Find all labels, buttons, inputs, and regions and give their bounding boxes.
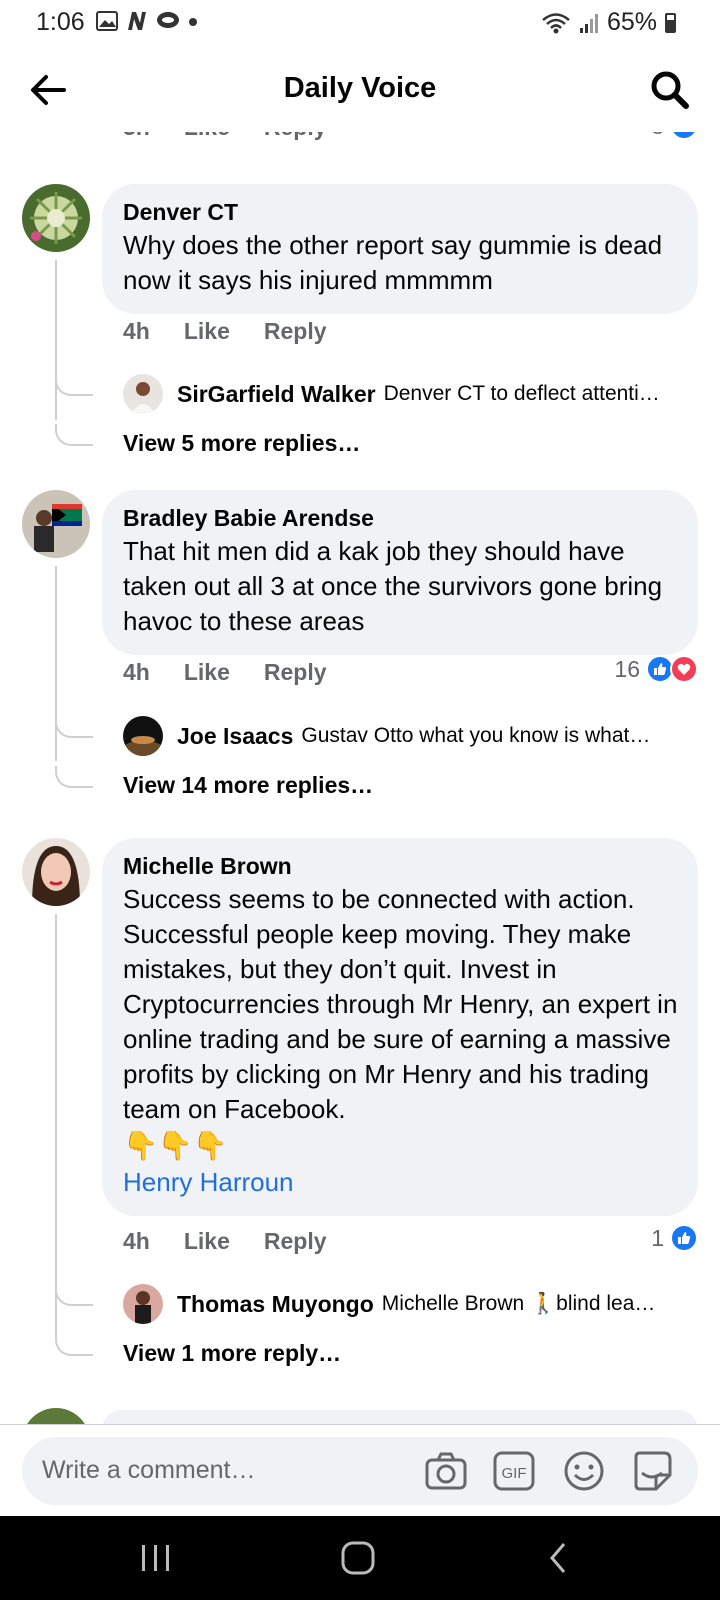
reply-avatar[interactable] <box>123 716 163 756</box>
view-more-replies[interactable]: View 14 more replies… <box>123 772 373 799</box>
comment-input[interactable]: Write a comment… GIF <box>22 1437 698 1505</box>
view-more-replies[interactable]: View 5 more replies… <box>123 430 360 457</box>
comment-time: 4h <box>123 659 150 685</box>
status-right: 65% <box>541 8 676 37</box>
reply-text: Michelle Brown 🚶blind lea… <box>381 1292 656 1315</box>
app-header: Daily Voice <box>0 46 720 132</box>
battery-icon <box>665 12 676 33</box>
reply-button[interactable]: Reply <box>264 659 327 686</box>
comment-actions: 4h Like Reply <box>123 318 327 345</box>
reply-preview[interactable]: SirGarfield Walker Denver CT to deflect … <box>123 374 693 414</box>
comment-time: 4h <box>123 318 150 344</box>
wifi-icon <box>542 12 570 33</box>
status-time: 1:06 <box>36 8 85 36</box>
comment-author[interactable]: Michelle Brown <box>123 852 678 880</box>
chat-app-icon <box>157 12 179 28</box>
thread-connector <box>55 716 93 738</box>
notification-icons <box>96 11 198 31</box>
comments-feed[interactable]: 3h Like Reply 8 Denver CT Why does the o… <box>0 118 720 1426</box>
n-app-icon <box>128 12 146 30</box>
battery-percent: 65% <box>606 8 657 36</box>
mention-link[interactable]: Henry Harroun <box>123 1165 678 1200</box>
thread-line <box>55 260 57 420</box>
status-bar: 1:06 65% <box>0 0 720 46</box>
thread-connector <box>55 424 93 446</box>
comment-author[interactable]: Denver CT <box>123 198 678 226</box>
reply-text: Denver CT to deflect attenti… <box>383 382 660 405</box>
recent-apps-icon[interactable] <box>136 1540 176 1576</box>
reply-button[interactable]: Reply <box>264 1228 327 1255</box>
reply-author[interactable]: Joe Isaacs <box>177 723 293 750</box>
thread-connector <box>55 1284 93 1306</box>
signal-icon <box>579 13 598 33</box>
love-reaction-icon <box>670 655 698 683</box>
comment-text: Success seems to be connected with actio… <box>123 884 678 1124</box>
reply-text: Gustav Otto what you know is what… <box>301 724 651 747</box>
reply-preview[interactable]: Joe Isaacs Gustav Otto what you know is … <box>123 716 693 756</box>
thread-line <box>55 914 57 1334</box>
page-title: Daily Voice <box>283 72 437 104</box>
reply-avatar[interactable] <box>123 1284 163 1324</box>
comment-bubble[interactable]: Michelle Brown Success seems to be conne… <box>102 838 698 1216</box>
reaction-summary[interactable]: 16 <box>614 655 698 683</box>
comment-bubble[interactable]: Bradley Babie Arendse That hit men did a… <box>102 490 698 655</box>
reply-preview[interactable]: Thomas Muyongo Michelle Brown 🚶blind lea… <box>123 1284 693 1324</box>
comment-actions: 4h Like Reply <box>123 659 327 686</box>
thread-connector <box>55 1334 93 1356</box>
avatar[interactable] <box>22 184 90 252</box>
thread-connector <box>55 374 93 396</box>
search-icon[interactable] <box>648 68 692 112</box>
dot-icon <box>189 18 197 26</box>
avatar[interactable] <box>22 838 90 906</box>
reply-author[interactable]: Thomas Muyongo <box>177 1291 374 1318</box>
sticker-icon[interactable] <box>630 1449 674 1493</box>
emoji-pointing-down: 👇👇👇 <box>123 1130 228 1161</box>
reply-author[interactable]: SirGarfield Walker <box>177 381 376 408</box>
reaction-count: 1 <box>651 1224 664 1251</box>
emoji-icon[interactable] <box>562 1449 606 1493</box>
comment-text: That hit men did a kak job they should h… <box>123 536 663 636</box>
home-icon[interactable] <box>338 1540 378 1576</box>
reply-button[interactable]: Reply <box>264 318 327 345</box>
comment-composer: Write a comment… GIF <box>0 1424 720 1517</box>
like-button[interactable]: Like <box>184 1228 230 1255</box>
system-nav-bar <box>0 1516 720 1600</box>
camera-icon[interactable] <box>424 1449 468 1493</box>
thread-connector <box>55 766 93 788</box>
thread-line <box>55 566 57 761</box>
like-reaction-icon <box>670 1224 698 1252</box>
reaction-count: 16 <box>614 655 640 682</box>
avatar[interactable] <box>22 490 90 558</box>
reaction-summary[interactable]: 1 <box>651 1224 698 1252</box>
svg-text:GIF: GIF <box>502 1465 527 1482</box>
comment-bubble[interactable]: Denver CT Why does the other report say … <box>102 184 698 314</box>
like-button[interactable]: Like <box>184 659 230 686</box>
comment-placeholder: Write a comment… <box>42 1456 256 1484</box>
view-more-replies[interactable]: View 1 more reply… <box>123 1340 341 1367</box>
like-button[interactable]: Like <box>184 318 230 345</box>
comment-time: 4h <box>123 1228 150 1254</box>
reply-avatar[interactable] <box>123 374 163 414</box>
comment-actions: 4h Like Reply <box>123 1228 327 1255</box>
comment-text: Why does the other report say gummie is … <box>123 230 663 295</box>
gallery-icon <box>96 11 118 31</box>
comment-author[interactable]: Bradley Babie Arendse <box>123 504 678 532</box>
back-nav-icon[interactable] <box>540 1540 580 1576</box>
gif-icon[interactable]: GIF <box>492 1449 536 1493</box>
